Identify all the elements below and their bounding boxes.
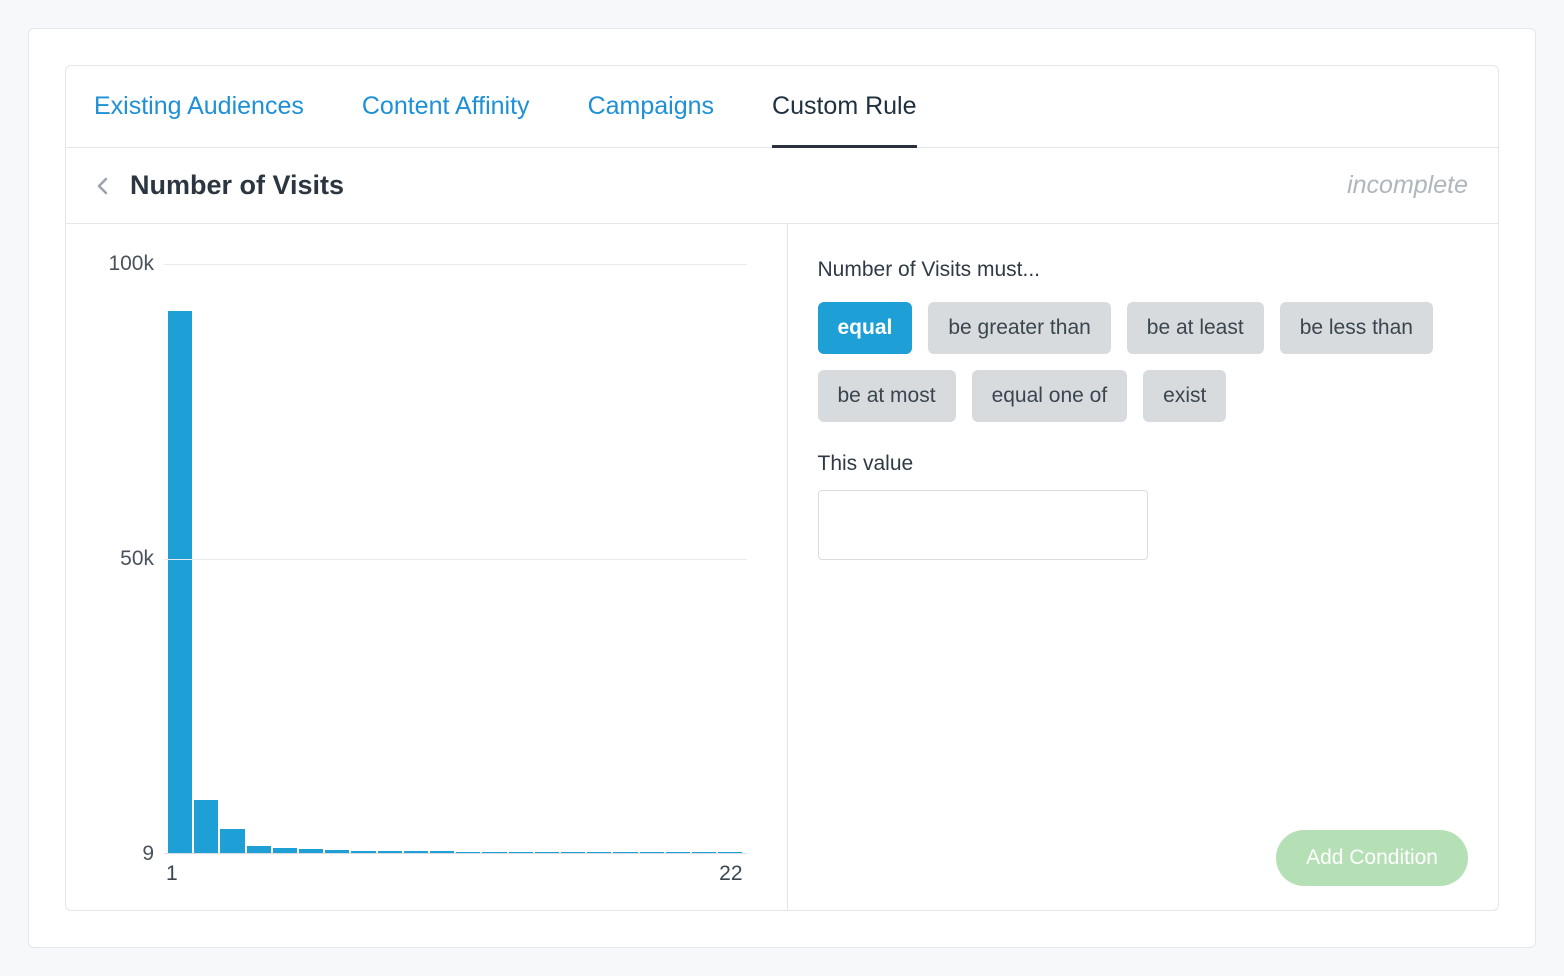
chart-bar [247,846,271,853]
chart-bar [456,852,480,853]
tab-custom-rule[interactable]: Custom Rule [772,66,917,148]
operator-equal-one-of[interactable]: equal one of [972,370,1128,422]
grid-line [164,264,747,265]
chart-bar [561,852,585,853]
chart-bar [692,852,716,853]
chart-bar [509,852,533,853]
operator-be-at-most[interactable]: be at most [818,370,956,422]
form-pane: Number of Visits must... equal be greater… [788,224,1499,910]
chart-bar [351,851,375,853]
chart-bar [666,852,690,853]
add-condition-button[interactable]: Add Condition [1276,830,1468,886]
operator-exist[interactable]: exist [1143,370,1226,422]
value-input[interactable] [818,490,1148,560]
inner-card: Existing Audiences Content Affinity Camp… [65,65,1499,911]
content: 100k50k9 1 22 Number of Visits must... e… [66,224,1498,910]
chart-bar [194,800,218,853]
chart-bar [168,311,192,853]
x-axis: 1 22 [96,854,747,886]
x-tick-max: 22 [719,862,742,886]
tab-content-affinity[interactable]: Content Affinity [362,66,530,148]
chart-bar [535,852,559,853]
operator-be-less-than[interactable]: be less than [1280,302,1433,354]
tabs: Existing Audiences Content Affinity Camp… [66,66,1498,148]
x-tick-min: 1 [166,862,178,886]
subheader: Number of Visits incomplete [66,148,1498,224]
chart-bar [718,852,742,853]
operator-equal[interactable]: equal [818,302,913,354]
chart-bar [587,852,611,853]
back-button[interactable] [88,172,116,200]
value-label: This value [818,452,1469,476]
chart-bar [404,851,428,853]
outer-card: Existing Audiences Content Affinity Camp… [28,28,1536,948]
chart-bar [325,850,349,853]
chart-area: 100k50k9 [96,264,747,854]
operator-be-greater-than[interactable]: be greater than [928,302,1110,354]
status-badge: incomplete [1347,171,1468,200]
y-tick: 9 [142,842,154,866]
chart-bar [299,849,323,853]
operator-row: equal be greater than be at least be less t… [818,302,1469,422]
chart-plot [164,264,747,854]
y-tick: 50k [120,547,154,571]
operator-be-at-least[interactable]: be at least [1127,302,1264,354]
y-tick: 100k [108,252,154,276]
tab-campaigns[interactable]: Campaigns [588,66,714,148]
chart-pane: 100k50k9 1 22 [66,224,788,910]
chart-bar [430,851,454,853]
chart-bar [640,852,664,853]
chart-bar [482,852,506,853]
chart-bar [613,852,637,853]
grid-line [164,559,747,560]
chart-bar [273,848,297,853]
chart-bar [220,829,244,853]
form-prompt: Number of Visits must... [818,258,1469,282]
chart-bar [378,851,402,853]
subheader-left: Number of Visits [88,170,344,201]
form-footer: Add Condition [818,830,1469,886]
tab-existing-audiences[interactable]: Existing Audiences [94,66,304,148]
y-axis: 100k50k9 [96,264,164,854]
chevron-left-icon [97,177,108,195]
page-title: Number of Visits [130,170,344,201]
